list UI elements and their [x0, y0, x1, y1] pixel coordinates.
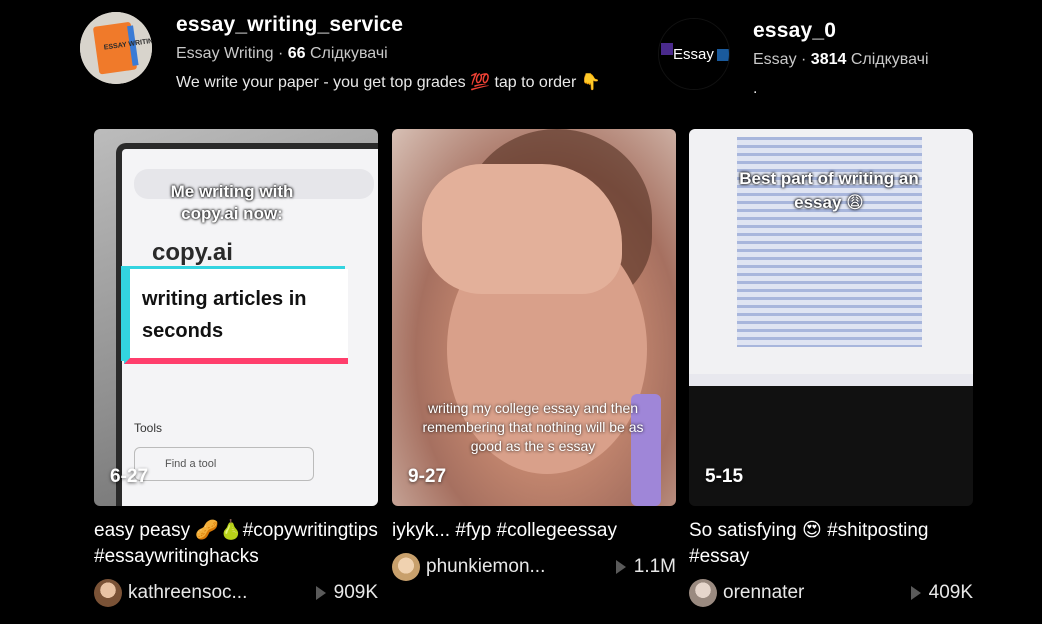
- follower-count: 66: [287, 45, 306, 62]
- overlay-box-text: writing articles in seconds: [142, 288, 307, 342]
- video-date: 9-27: [408, 466, 447, 487]
- screen-tools-label: Tools: [134, 421, 163, 435]
- account-stats: Essay · 3814 Слідкувачі: [753, 51, 929, 68]
- overlay-text-box: writing articles in seconds: [124, 269, 348, 364]
- video-overlay-text: Me writing with copy.ai now:: [170, 182, 294, 223]
- svg-text:Essay: Essay: [673, 46, 714, 63]
- video-overlay-text: writing my college essay and then rememb…: [422, 400, 644, 454]
- account-essay-0[interactable]: Essay essay_0 Essay · 3814 Слідкувачі .: [658, 18, 929, 99]
- view-count: 1.1M: [633, 556, 676, 577]
- video-card[interactable]: copy.ai Me writing with copy.ai now: wri…: [94, 129, 378, 608]
- author-avatar[interactable]: [689, 579, 717, 607]
- account-stats: Essay Writing · 66 Слідкувачі: [176, 45, 388, 62]
- account-avatar[interactable]: Essay: [658, 18, 730, 90]
- screen-taskbar: [689, 374, 973, 386]
- view-count: 909K: [333, 582, 378, 603]
- account-username[interactable]: essay_0: [753, 18, 929, 44]
- account-essay-writing-service[interactable]: ESSAY WRITING essay_writing_service Essa…: [80, 12, 601, 93]
- video-date: 6-27: [110, 466, 149, 487]
- video-date: 5-15: [705, 466, 744, 487]
- followers-label: Слідкувачі: [309, 45, 388, 62]
- account-bio: We write your paper - you get top grades…: [176, 74, 601, 91]
- video-card[interactable]: writing my college essay and then rememb…: [392, 129, 676, 582]
- play-icon: [910, 586, 921, 600]
- video-thumbnail[interactable]: Best part of writing an essay 😩 5-15: [689, 129, 973, 506]
- view-count: 409K: [928, 582, 973, 603]
- account-username[interactable]: essay_writing_service: [176, 12, 601, 38]
- video-caption[interactable]: easy peasy 🥜🍐#copywritingtips #essaywrit…: [94, 518, 378, 570]
- video-card[interactable]: Best part of writing an essay 😩 5-15 So …: [689, 129, 973, 608]
- play-icon: [615, 560, 626, 574]
- author-name[interactable]: phunkiemon...: [426, 556, 616, 578]
- author-avatar[interactable]: [94, 579, 122, 607]
- account-bio: .: [753, 80, 758, 97]
- notebook-avatar-image: ESSAY WRITING: [80, 12, 152, 84]
- video-overlay-text: Best part of writing an essay 😩: [739, 169, 919, 212]
- video-thumbnail[interactable]: copy.ai Me writing with copy.ai now: wri…: [94, 129, 378, 506]
- follower-count: 3814: [810, 51, 847, 68]
- screen-logo: copy.ai: [152, 239, 233, 266]
- photo-hand: [422, 164, 622, 294]
- account-display-name: Essay: [753, 51, 797, 68]
- followers-label: Слідкувачі: [850, 51, 929, 68]
- video-meta: phunkiemon... 1.1M: [392, 552, 676, 582]
- video-caption[interactable]: So satisfying 😍 #shitposting #essay: [689, 518, 973, 570]
- account-display-name: Essay Writing: [176, 45, 274, 62]
- video-meta: orennater 409K: [689, 578, 973, 608]
- screen-find-field: Find a tool: [134, 447, 314, 481]
- essay-logo-avatar-image: Essay: [659, 19, 729, 89]
- author-name[interactable]: kathreensoc...: [128, 582, 316, 604]
- author-name[interactable]: orennater: [723, 582, 911, 604]
- video-meta: kathreensoc... 909K: [94, 578, 378, 608]
- author-avatar[interactable]: [392, 553, 420, 581]
- play-icon: [315, 586, 326, 600]
- video-thumbnail[interactable]: writing my college essay and then rememb…: [392, 129, 676, 506]
- account-avatar[interactable]: ESSAY WRITING: [80, 12, 152, 84]
